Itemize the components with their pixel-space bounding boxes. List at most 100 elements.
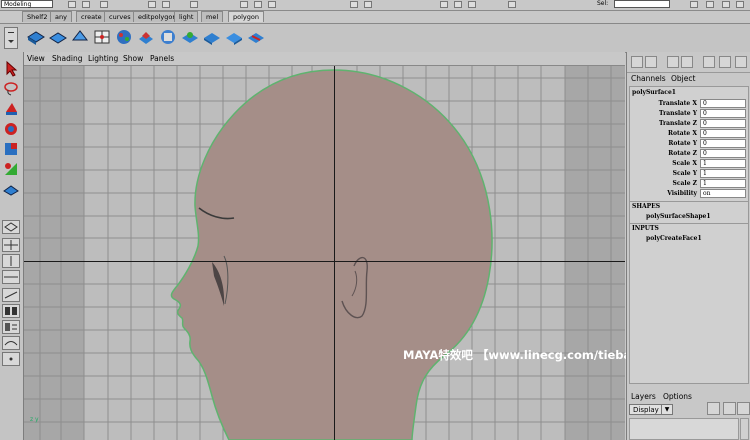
select-component-icon[interactable]	[190, 1, 198, 8]
ipr-render-icon[interactable]	[454, 1, 462, 8]
history-icon[interactable]	[350, 1, 358, 8]
attr-value[interactable]: 0	[700, 149, 746, 158]
separate-icon[interactable]	[180, 28, 200, 46]
layer-list[interactable]	[629, 418, 739, 440]
scale-icon[interactable]	[2, 140, 20, 157]
open-scene-icon[interactable]	[82, 1, 90, 8]
new-scene-icon[interactable]	[68, 1, 76, 8]
save-scene-icon[interactable]	[100, 1, 108, 8]
poly-cylinder-icon[interactable]	[246, 28, 266, 46]
select-hierarchy-icon[interactable]	[148, 1, 156, 8]
attr-row: Visibility on	[630, 189, 748, 199]
render-icon[interactable]	[440, 1, 448, 8]
layer-scrollbar[interactable]	[740, 418, 749, 440]
render-globals-icon[interactable]	[468, 1, 476, 8]
persp-graph-layout-icon[interactable]	[2, 288, 20, 302]
attr-value[interactable]: 0	[700, 119, 746, 128]
snap-curve-icon[interactable]	[254, 1, 262, 8]
channel-box-view-icon[interactable]	[631, 56, 643, 68]
menu-panels[interactable]: Panels	[150, 52, 174, 65]
attribute-view-icon[interactable]	[667, 56, 679, 68]
shelf-tab-shelf2[interactable]: Shelf2	[22, 11, 53, 22]
outliner-layout-icon[interactable]	[2, 320, 20, 334]
hypershade-layout-icon[interactable]	[2, 304, 20, 318]
menu-channels[interactable]: Channels	[631, 74, 666, 83]
input-node[interactable]: polyCreateFace1	[646, 235, 702, 242]
menu-object[interactable]: Object	[671, 74, 695, 83]
layer-display-dropdown[interactable]: Display ▼	[629, 404, 673, 415]
attr-value[interactable]: 1	[700, 179, 746, 188]
attr-row: Scale Y1	[630, 169, 748, 179]
construction-history-icon[interactable]	[364, 1, 372, 8]
select-object-icon[interactable]	[162, 1, 170, 8]
menu-show[interactable]: Show	[123, 52, 143, 65]
single-pane-layout-icon[interactable]	[2, 220, 20, 234]
channel-layer-split-icon[interactable]	[719, 56, 731, 68]
menu-set-dropdown[interactable]: Modeling	[1, 0, 53, 8]
attr-value[interactable]: 1	[700, 169, 746, 178]
four-pane-layout-icon[interactable]	[2, 238, 20, 252]
attr-value[interactable]: 0	[700, 109, 746, 118]
new-layer-selected-icon[interactable]	[723, 402, 736, 415]
graph-editor-layout-icon[interactable]	[2, 336, 20, 350]
merge-vertex-icon[interactable]	[202, 28, 222, 46]
menu-shading[interactable]: Shading	[52, 52, 82, 65]
section-divider	[630, 201, 748, 202]
shelf-tab-mel[interactable]: mel	[201, 11, 224, 22]
menu-layers[interactable]: Layers	[631, 392, 656, 401]
smooth-icon[interactable]	[114, 28, 134, 46]
side-viewport[interactable]: z y	[24, 66, 625, 440]
split-polygon-icon[interactable]	[92, 28, 112, 46]
channel-layer-hide-icon[interactable]	[735, 56, 747, 68]
select-input[interactable]	[614, 0, 670, 8]
rotate-icon[interactable]	[2, 120, 20, 137]
poly-sphere-icon[interactable]	[224, 28, 244, 46]
two-pane-side-layout-icon[interactable]	[2, 254, 20, 268]
shelf-menu-icon[interactable]	[4, 27, 18, 49]
attr-row: Translate Y0	[630, 109, 748, 119]
poly-cube-icon[interactable]	[26, 28, 46, 46]
attr-label: Scale Z	[672, 180, 697, 187]
input-line-icon[interactable]	[508, 1, 516, 8]
last-tool-icon[interactable]	[2, 180, 20, 197]
shape-node[interactable]: polySurfaceShape1	[646, 213, 711, 220]
new-layer-icon[interactable]	[707, 402, 720, 415]
channel-layer-toggle-icon[interactable]	[703, 56, 715, 68]
menu-lighting[interactable]: Lighting	[88, 52, 118, 65]
two-pane-stacked-layout-icon[interactable]	[2, 270, 20, 284]
layout-menu-icon[interactable]	[2, 352, 20, 366]
channel-box-toggle-icon[interactable]	[722, 1, 730, 8]
shelf-tab-light[interactable]: light	[174, 11, 199, 22]
attribute-editor-icon[interactable]	[690, 1, 698, 8]
lasso-icon[interactable]	[2, 80, 20, 97]
shelf-tab-polygon[interactable]: polygon	[228, 11, 264, 22]
poly-plane-icon[interactable]	[48, 28, 68, 46]
channels-view-icon[interactable]	[681, 56, 693, 68]
layer-options-icon[interactable]	[737, 402, 750, 415]
attr-value[interactable]: 1	[700, 159, 746, 168]
shelf-tab-curves[interactable]: curves	[104, 11, 136, 22]
attr-row: Scale X1	[630, 159, 748, 169]
layout-toggle-icon[interactable]	[736, 1, 744, 8]
extrude-face-icon[interactable]	[136, 28, 156, 46]
append-polygon-icon[interactable]	[70, 28, 90, 46]
manipulator-icon[interactable]	[2, 160, 20, 177]
head-profile-model[interactable]	[24, 66, 625, 440]
select-arrow-icon[interactable]	[2, 60, 20, 77]
combine-icon[interactable]	[158, 28, 178, 46]
menu-options[interactable]: Options	[663, 392, 692, 401]
snap-point-icon[interactable]	[268, 1, 276, 8]
shelf-tab-create[interactable]: create	[76, 11, 107, 22]
inputs-header: INPUTS	[632, 225, 659, 232]
shelf-tab-any[interactable]: any	[50, 11, 72, 22]
menu-view[interactable]: View	[27, 52, 45, 65]
attr-value[interactable]: on	[700, 189, 746, 198]
channel-box: polySurface1 Translate X0 Translate Y0 T…	[629, 86, 749, 384]
layer-editor-view-icon[interactable]	[645, 56, 657, 68]
attr-value[interactable]: 0	[700, 99, 746, 108]
attr-value[interactable]: 0	[700, 139, 746, 148]
tool-settings-icon[interactable]	[706, 1, 714, 8]
snap-grid-icon[interactable]	[240, 1, 248, 8]
attr-value[interactable]: 0	[700, 129, 746, 138]
move-icon[interactable]	[2, 100, 20, 117]
